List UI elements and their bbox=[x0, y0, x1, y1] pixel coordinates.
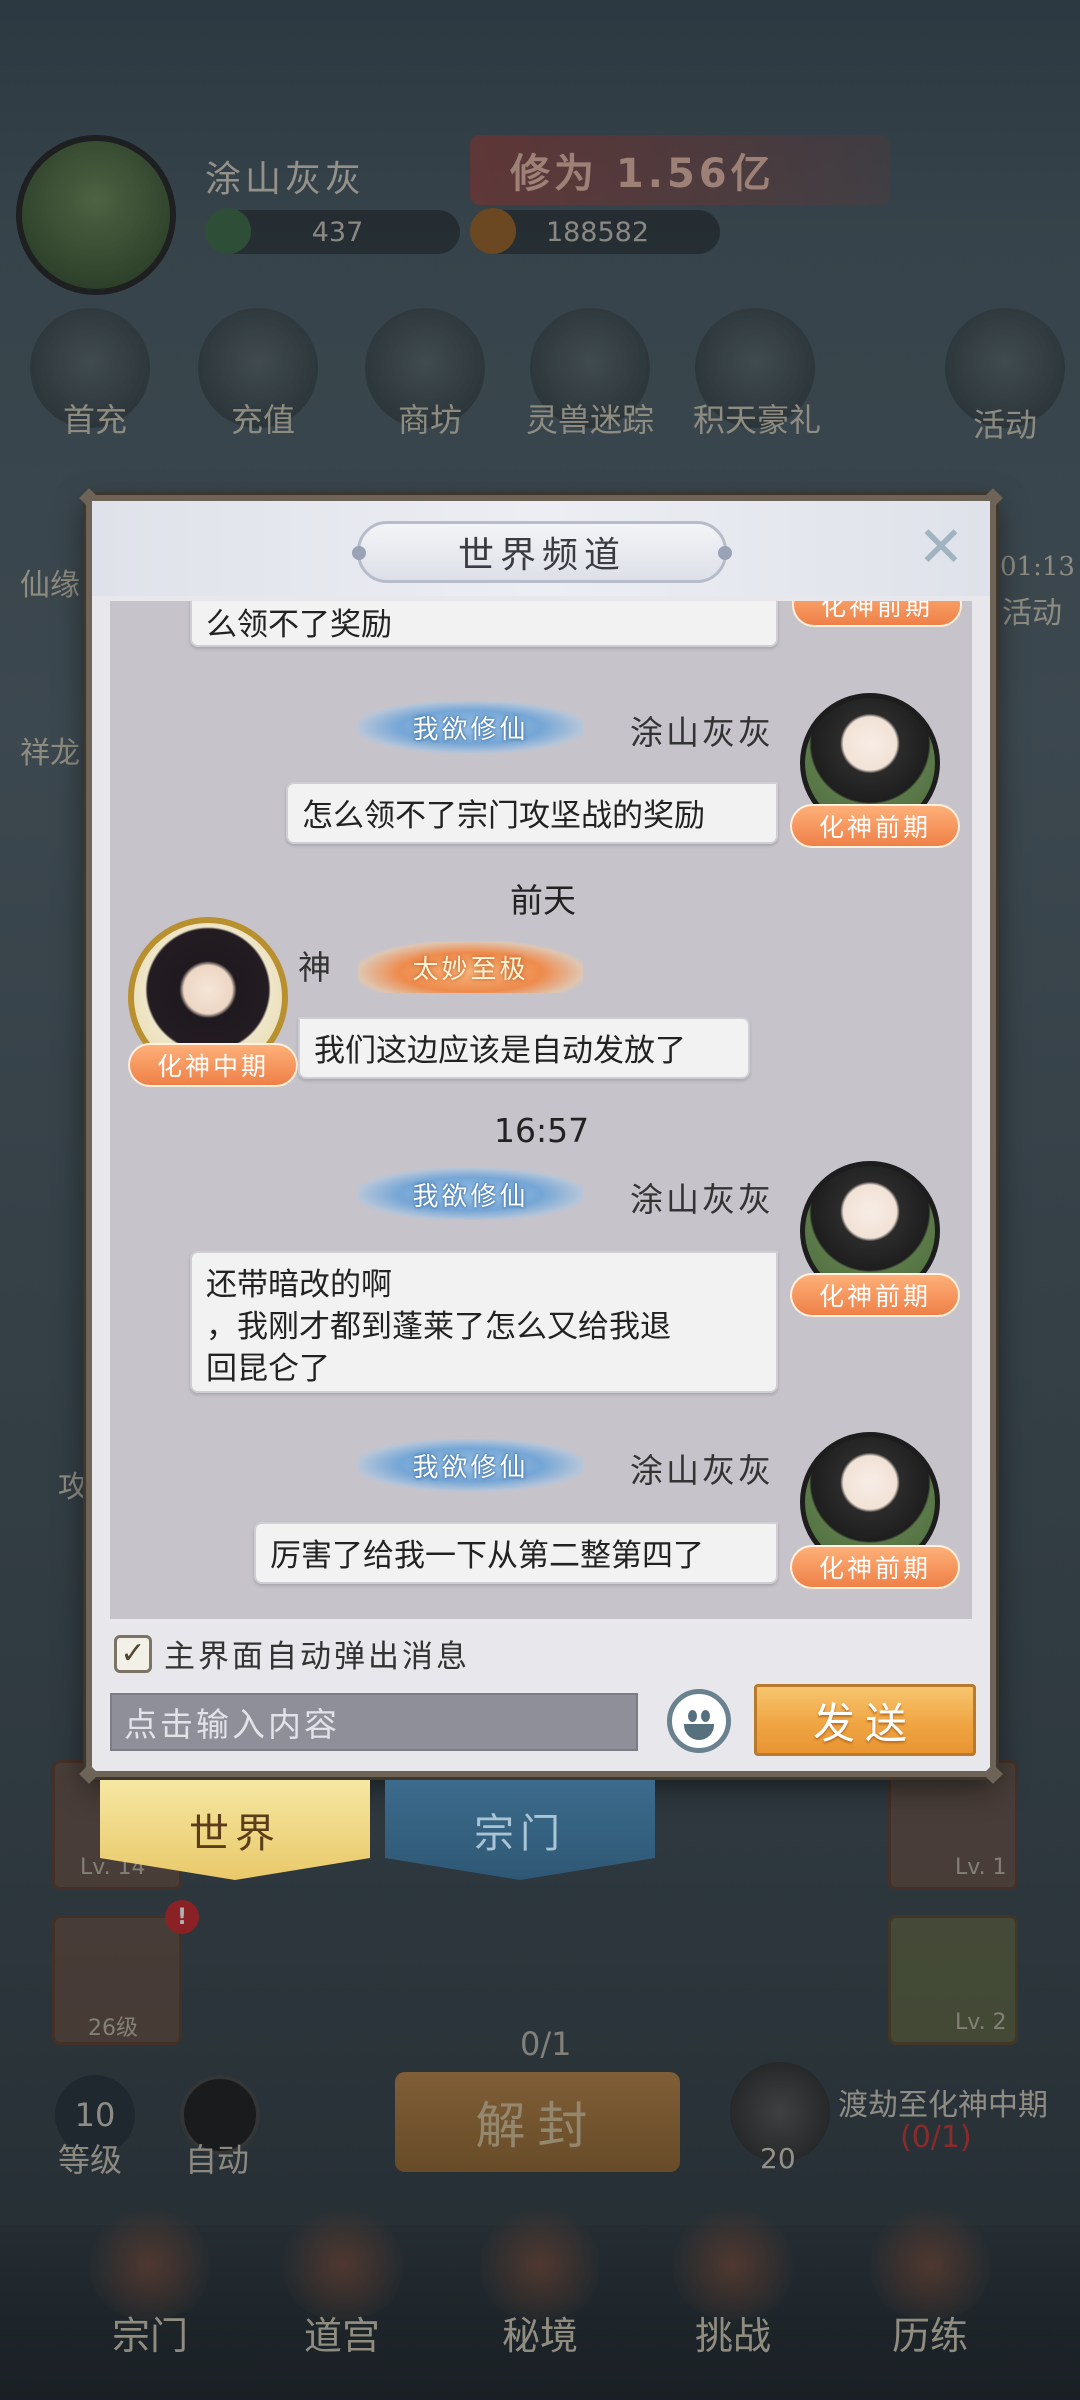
rank-tag: 化神前期 bbox=[792, 601, 962, 627]
emoji-icon[interactable] bbox=[667, 1689, 731, 1753]
dialog-title: 世界频道 bbox=[457, 535, 626, 576]
title-badge: 我欲修仙 bbox=[358, 1439, 583, 1491]
chat-bubble-text: 厉害了给我一下从第二整第四了 bbox=[270, 1538, 704, 1574]
auto-popup-checkbox[interactable]: ✓ bbox=[114, 1634, 152, 1673]
chat-bubble: 我们这边应该是自动发放了 bbox=[298, 1017, 750, 1079]
chat-bubble-line: 回昆仑了 bbox=[206, 1350, 330, 1387]
rank-tag: 化神前期 bbox=[790, 1273, 960, 1317]
chat-bubble: 还带暗改的啊 ，我刚才都到蓬莱了怎么又给我退 回昆仑了 bbox=[190, 1251, 778, 1393]
rank-tag: 化神前期 bbox=[790, 1545, 960, 1589]
chat-bubble: 么领不了奖励 bbox=[190, 601, 778, 647]
chat-bubble: 怎么领不了宗门攻坚战的奖励 bbox=[286, 782, 778, 844]
close-icon[interactable]: ✕ bbox=[912, 519, 970, 577]
auto-popup-option[interactable]: ✓ 主界面自动弹出消息 bbox=[114, 1631, 470, 1676]
chat-bubble-line: ，我刚才都到蓬莱了怎么又给我退 bbox=[206, 1308, 671, 1345]
rank-tag: 化神中期 bbox=[128, 1043, 298, 1087]
send-button[interactable]: 发送 bbox=[754, 1684, 976, 1756]
chat-timestamp: 前天 bbox=[510, 881, 576, 920]
chat-bubble-text: 怎么领不了宗门攻坚战的奖励 bbox=[302, 798, 705, 834]
chat-input[interactable]: 点击输入内容 bbox=[110, 1693, 638, 1751]
title-badge: 太妙至极 bbox=[358, 941, 583, 993]
sender-name: 涂山灰灰 bbox=[630, 1180, 774, 1219]
sender-name: 涂山灰灰 bbox=[630, 713, 774, 752]
chat-message-list[interactable]: 么领不了奖励 化神前期 我欲修仙 涂山灰灰 化神前期 怎么领不了宗门攻坚战的奖励… bbox=[110, 601, 972, 1619]
auto-popup-label: 主界面自动弹出消息 bbox=[164, 1639, 470, 1675]
title-plate: 世界频道 bbox=[352, 521, 732, 583]
chat-bubble-line: 还带暗改的啊 bbox=[206, 1267, 392, 1303]
world-chat-dialog: 世界频道 ✕ 么领不了奖励 化神前期 我欲修仙 涂山灰灰 化神前期 怎么领不了宗… bbox=[79, 488, 1003, 1784]
sender-name: 涂山灰灰 bbox=[630, 1451, 774, 1490]
chat-bubble: 厉害了给我一下从第二整第四了 bbox=[254, 1522, 778, 1584]
emoji-mouth bbox=[684, 1724, 714, 1740]
sender-name: 神 bbox=[298, 948, 334, 987]
chat-bubble-text: 我们这边应该是自动发放了 bbox=[314, 1033, 686, 1069]
chat-bubble-text: 么领不了奖励 bbox=[206, 607, 392, 643]
emoji-eye bbox=[701, 1710, 710, 1722]
dialog-header: 世界频道 ✕ bbox=[92, 501, 990, 596]
rank-tag: 化神前期 bbox=[790, 804, 960, 848]
chat-timestamp: 16:57 bbox=[494, 1111, 590, 1150]
emoji-eye bbox=[688, 1710, 697, 1722]
title-badge: 我欲修仙 bbox=[358, 701, 583, 753]
title-badge: 我欲修仙 bbox=[358, 1168, 583, 1220]
